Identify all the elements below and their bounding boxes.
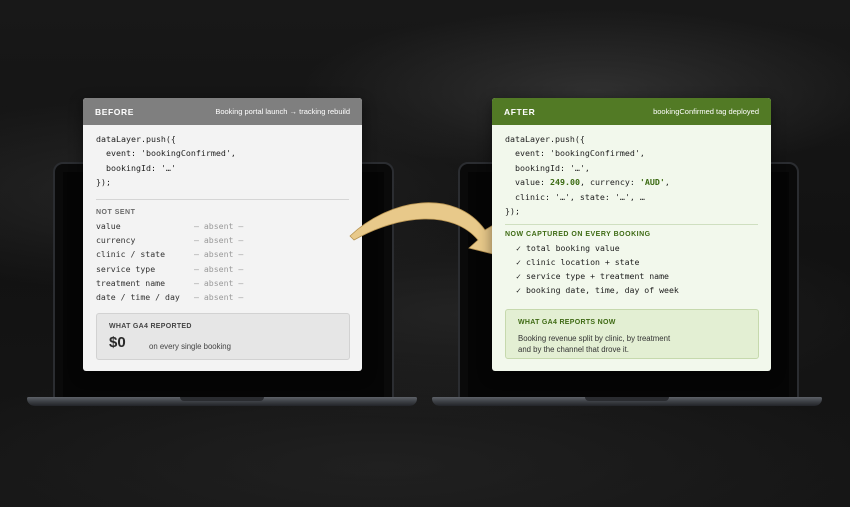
laptop-right-notch: [585, 397, 669, 401]
after-code-line: value: 249.00, currency: 'AUD',: [492, 175, 771, 189]
captured-item: ✓ clinic location + state: [492, 255, 771, 269]
before-header: BEFORE Booking portal launch → tracking …: [83, 98, 362, 125]
absent-value: — absent —: [194, 263, 244, 274]
before-code-line: event: 'bookingConfirmed',: [96, 148, 236, 159]
after-code-line: clinic: '…', state: '…', …: [505, 191, 645, 202]
absent-row: value — absent —: [83, 219, 362, 233]
check-icon: ✓: [516, 242, 521, 253]
absent-value: — absent —: [194, 292, 244, 303]
after-code-comma: ,: [664, 177, 670, 188]
after-code-line: event: 'bookingConfirmed',: [505, 148, 645, 159]
after-code-value: 249.00: [549, 177, 580, 188]
absent-key: clinic / state: [96, 249, 166, 260]
before-report-note: on every single booking: [149, 342, 231, 351]
after-code-currency: 'AUD': [639, 177, 665, 188]
after-code-value-key: value:: [505, 177, 550, 188]
captured-item: ✓ service type + treatment name: [492, 269, 771, 283]
absent-row: date / time / day — absent —: [83, 290, 362, 304]
after-panel: AFTER bookingConfirmed tag deployed data…: [492, 98, 771, 371]
captured-item-label: booking date, time, day of week: [526, 285, 679, 296]
after-report-box: WHAT GA4 REPORTS NOW Booking revenue spl…: [505, 309, 759, 359]
absent-value: — absent —: [194, 277, 244, 288]
after-report-line: and by the channel that drove it.: [518, 345, 629, 354]
before-code-line: dataLayer.push({: [96, 134, 176, 144]
after-report-title: WHAT GA4 REPORTS NOW: [518, 319, 616, 326]
before-label: BEFORE: [95, 106, 135, 117]
after-report-description: Booking revenue split by clinic, by trea…: [518, 333, 708, 355]
absent-value: — absent —: [194, 235, 244, 246]
before-report-box: WHAT GA4 REPORTED $0 on every single boo…: [96, 313, 350, 360]
laptop-left-notch: [180, 397, 264, 401]
after-header: AFTER bookingConfirmed tag deployed: [492, 98, 771, 125]
absent-row: clinic / state — absent —: [83, 247, 362, 261]
check-icon: ✓: [516, 285, 521, 296]
absent-key: treatment name: [96, 277, 166, 288]
before-code-line: });: [96, 177, 111, 188]
captured-item-label: clinic location + state: [526, 256, 640, 267]
not-sent-title: NOT SENT: [96, 208, 136, 216]
after-label: AFTER: [504, 106, 536, 117]
check-icon: ✓: [516, 271, 521, 282]
absent-key: date / time / day: [96, 292, 180, 303]
after-subtitle: bookingConfirmed tag deployed: [653, 107, 759, 116]
after-report-line: Booking revenue split by clinic, by trea…: [518, 334, 671, 343]
after-code-line: });: [505, 206, 520, 217]
after-code-currency-key: , currency:: [579, 177, 640, 188]
after-code-line: dataLayer.push({: [505, 134, 585, 144]
absent-key: service type: [96, 263, 156, 274]
captured-item: ✓ total booking value: [492, 240, 771, 254]
captured-title: NOW CAPTURED ON EVERY BOOKING: [505, 231, 651, 239]
absent-value: — absent —: [194, 249, 244, 260]
check-icon: ✓: [516, 256, 521, 267]
absent-key: value: [96, 220, 121, 231]
after-code-line: bookingId: '…',: [505, 162, 590, 173]
transition-arrow-icon: [349, 202, 502, 257]
absent-row: treatment name — absent —: [83, 276, 362, 290]
before-report-amount: $0: [109, 334, 126, 351]
absent-value: — absent —: [194, 220, 244, 231]
absent-row: currency — absent —: [83, 233, 362, 247]
absent-row: service type — absent —: [83, 262, 362, 276]
before-subtitle: Booking portal launch → tracking rebuild: [215, 107, 350, 116]
before-code-line: bookingId: '…': [96, 162, 176, 173]
captured-item: ✓ booking date, time, day of week: [492, 283, 771, 297]
captured-item-label: total booking value: [526, 242, 620, 253]
before-panel: BEFORE Booking portal launch → tracking …: [83, 98, 362, 371]
before-report-title: WHAT GA4 REPORTED: [109, 323, 192, 330]
absent-key: currency: [96, 235, 136, 246]
captured-item-label: service type + treatment name: [526, 271, 669, 282]
